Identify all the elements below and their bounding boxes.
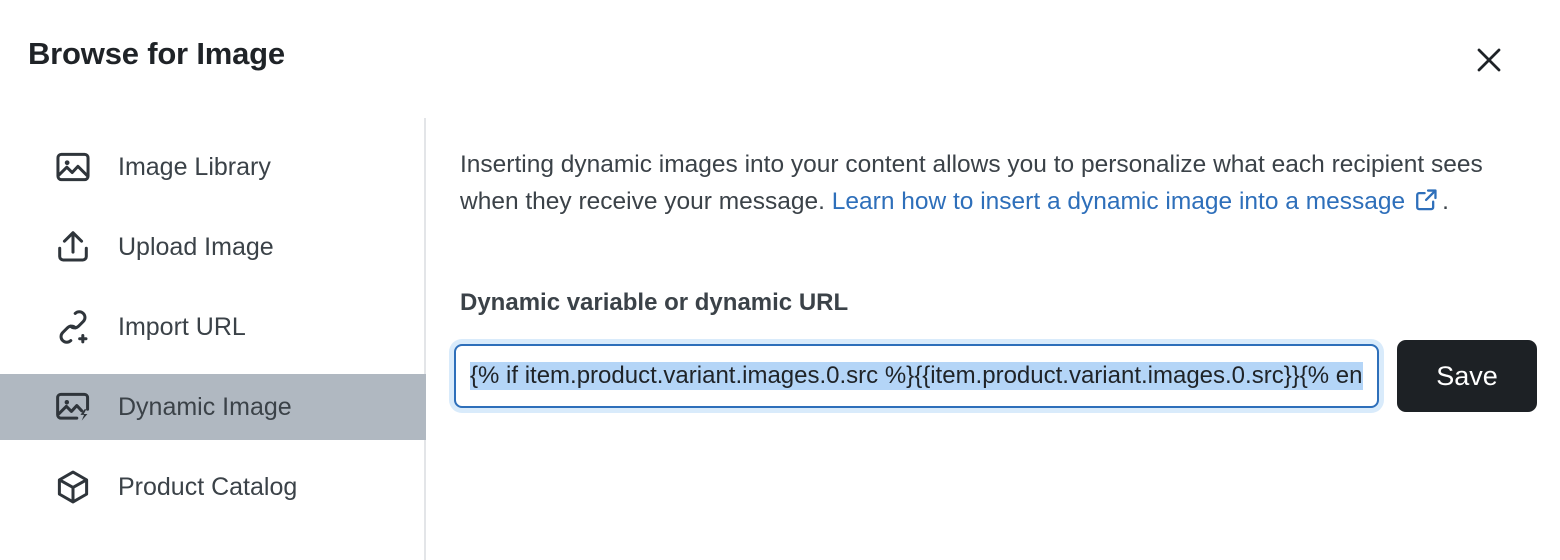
- dynamic-url-input-wrapper[interactable]: [454, 344, 1379, 408]
- sidebar-item-dynamic-image[interactable]: Dynamic Image: [0, 374, 426, 440]
- sidebar: Image Library Upload Image Import URL Dy…: [0, 118, 426, 560]
- link-plus-icon: [50, 308, 96, 346]
- description-text-part2: .: [1442, 188, 1449, 215]
- sidebar-item-import-url[interactable]: Import URL: [0, 294, 426, 360]
- image-bolt-icon: [50, 388, 96, 426]
- close-button[interactable]: [1466, 40, 1512, 80]
- sidebar-item-upload-image[interactable]: Upload Image: [0, 214, 426, 280]
- cube-icon: [50, 468, 96, 506]
- close-icon: [1474, 45, 1504, 75]
- page-title: Browse for Image: [28, 36, 285, 71]
- sidebar-item-product-catalog[interactable]: Product Catalog: [0, 454, 426, 520]
- sidebar-item-label: Import URL: [118, 312, 246, 341]
- image-icon: [50, 148, 96, 186]
- dialog-header: Browse for Image: [0, 0, 1560, 118]
- dynamic-url-field-row: Save: [454, 340, 1537, 412]
- sidebar-item-label: Product Catalog: [118, 472, 298, 501]
- sidebar-item-image-library[interactable]: Image Library: [0, 134, 426, 200]
- upload-icon: [50, 228, 96, 266]
- dialog-body: Image Library Upload Image Import URL Dy…: [0, 118, 1560, 560]
- dynamic-url-input[interactable]: [456, 346, 1377, 406]
- sidebar-item-label: Upload Image: [118, 232, 274, 261]
- content-panel: Inserting dynamic images into your conte…: [428, 118, 1560, 560]
- field-label: Dynamic variable or dynamic URL: [460, 289, 849, 316]
- save-button[interactable]: Save: [1397, 340, 1537, 412]
- learn-how-link[interactable]: Learn how to insert a dynamic image into…: [832, 188, 1405, 215]
- sidebar-item-label: Dynamic Image: [118, 392, 292, 421]
- browse-for-image-dialog: Browse for Image Image Library Upload Im…: [0, 0, 1560, 560]
- sidebar-item-label: Image Library: [118, 152, 271, 181]
- external-link-icon: [1414, 186, 1439, 223]
- description-text: Inserting dynamic images into your conte…: [460, 146, 1510, 223]
